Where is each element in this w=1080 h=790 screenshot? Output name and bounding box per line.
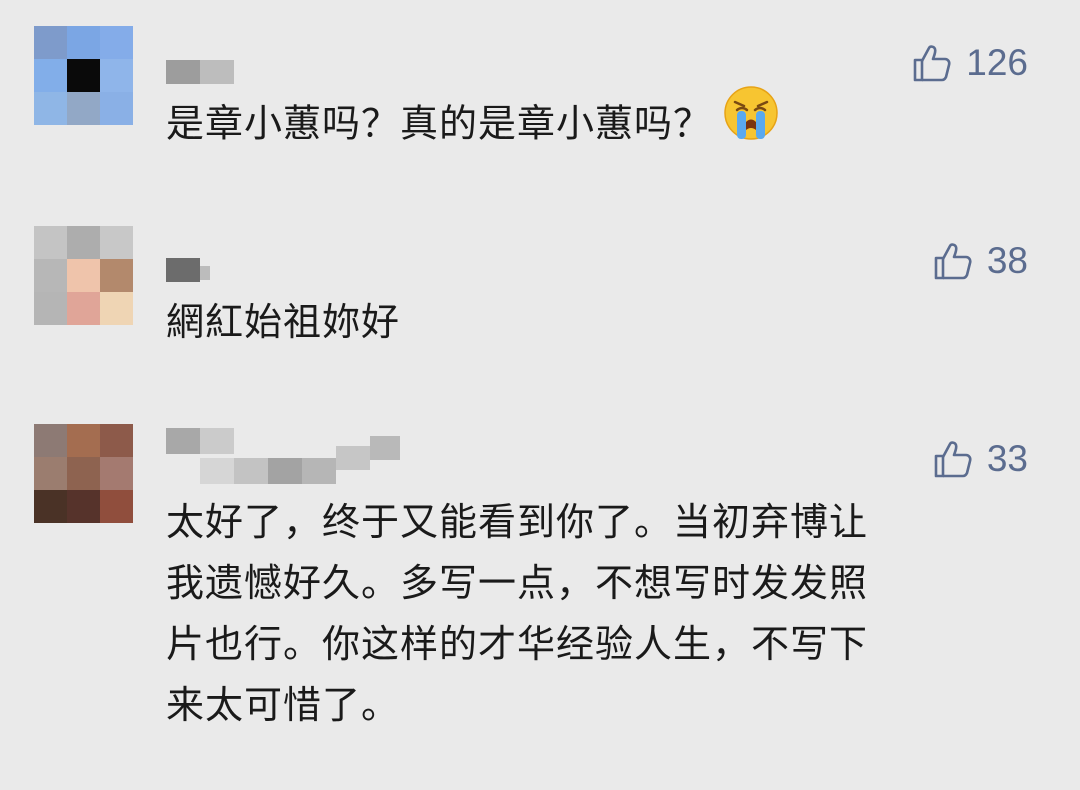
comment-line: 網紅始祖妳好	[166, 300, 401, 344]
like-count: 33	[986, 438, 1028, 479]
comment-line: 是章小蕙吗？真的是章小蕙吗？	[166, 101, 713, 146]
comment-line: 太好了，终于又能看到你了。当初弃博让	[166, 500, 869, 544]
like-button[interactable]: 38	[933, 240, 1028, 282]
comment-text: 太好了，终于又能看到你了。当初弃博让 我遗憾好久。多写一点，不想写时发发照 片也…	[166, 492, 868, 736]
comment-line: 我遗憾好久。多写一点，不想写时发发照	[166, 561, 869, 605]
thumbs-up-icon	[934, 441, 972, 478]
username-blurred[interactable]	[166, 258, 246, 282]
comment-text: 網紅始祖妳好	[166, 292, 400, 353]
username-blurred[interactable]	[166, 428, 406, 486]
like-count: 38	[986, 240, 1028, 281]
like-count: 126	[966, 42, 1028, 83]
thumbs-up-icon	[934, 243, 972, 280]
username-blurred[interactable]	[166, 60, 236, 84]
avatar[interactable]	[34, 424, 133, 523]
comment-text: 是章小蕙吗？真的是章小蕙吗？	[166, 86, 780, 160]
crying-face-emoji	[722, 84, 780, 160]
like-button[interactable]: 33	[933, 438, 1028, 480]
avatar[interactable]	[34, 26, 133, 125]
thumbs-up-icon	[913, 45, 951, 82]
like-button[interactable]: 126	[912, 42, 1028, 84]
comment-line: 片也行。你这样的才华经验人生，不写下	[166, 622, 869, 666]
avatar[interactable]	[34, 226, 133, 325]
comment-line: 来太可惜了。	[166, 683, 401, 727]
